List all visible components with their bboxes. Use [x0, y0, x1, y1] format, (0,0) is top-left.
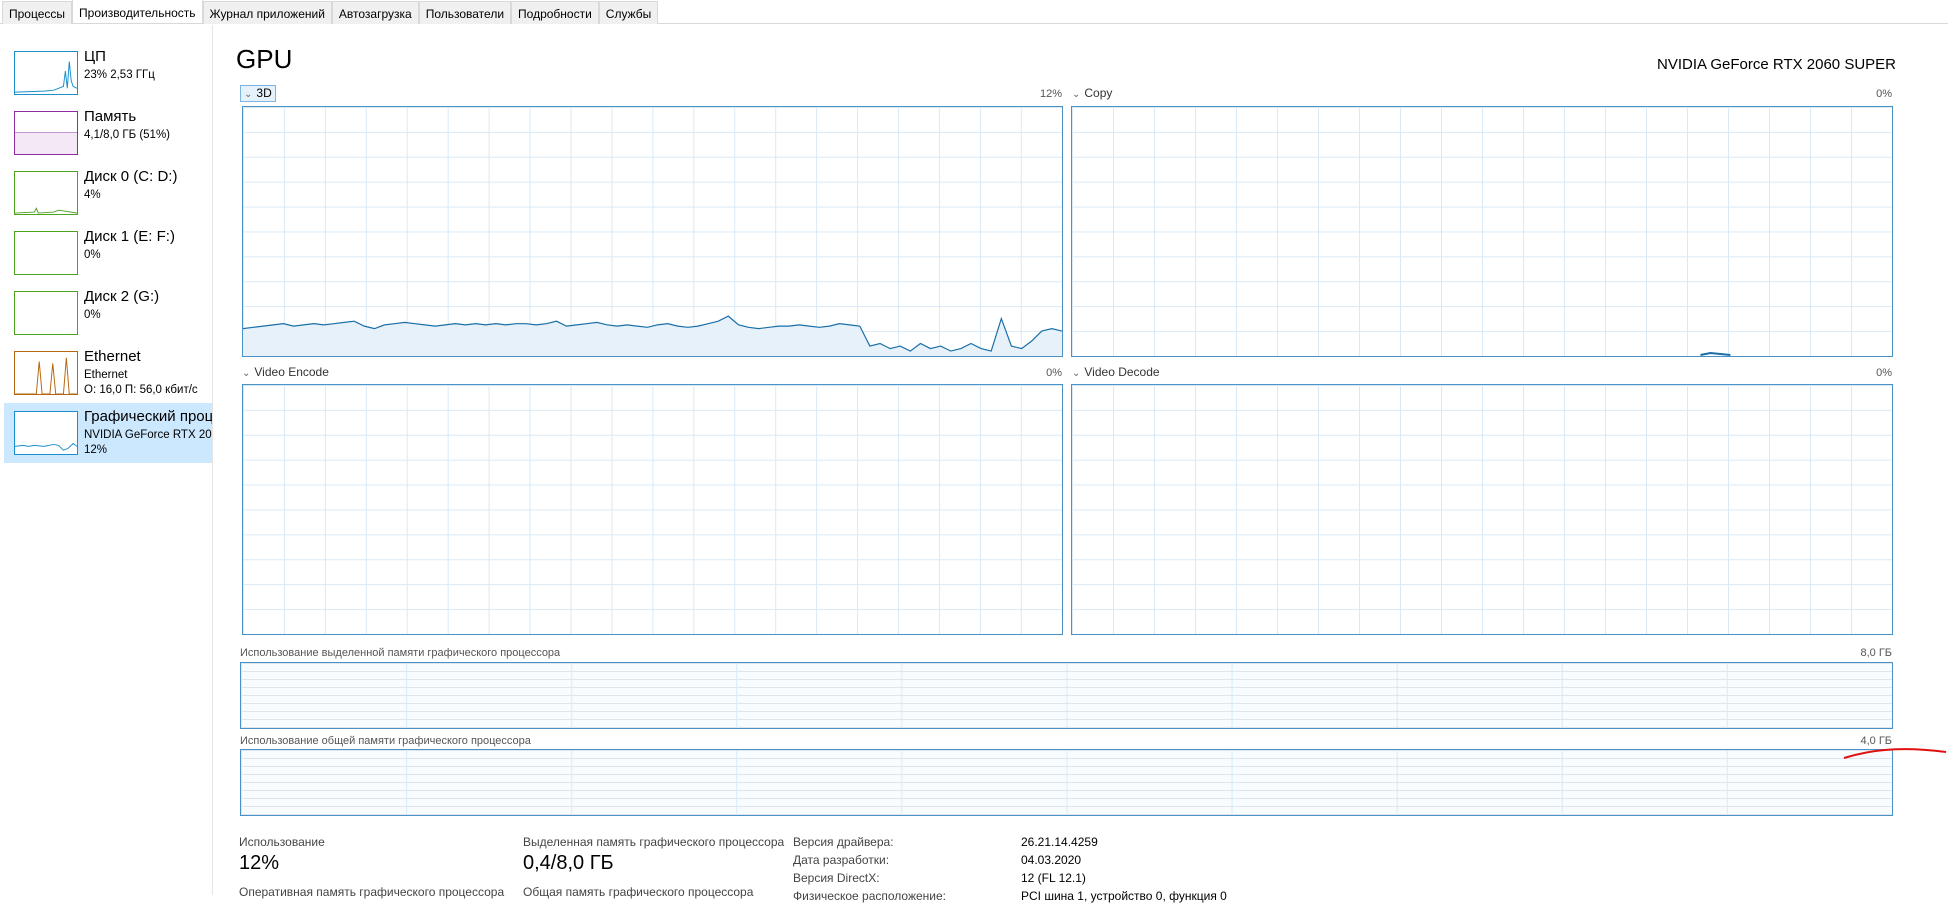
sidebar-item-label: Диск 1 (E: F:): [84, 228, 175, 245]
sidebar-item-label: Диск 2 (G:): [84, 288, 160, 305]
engine-select-3d[interactable]: ⌄ 3D: [240, 85, 276, 102]
thumbnail-graph: [14, 171, 78, 215]
usage-value: 12%: [239, 852, 280, 874]
thumbnail-graph: [14, 351, 78, 395]
info-value: PCI шина 1, устройство 0, функция 0: [1021, 889, 1227, 903]
info-key: Дата разработки:: [793, 853, 890, 867]
thumbnail-graph: [14, 51, 78, 95]
dedicated-memory-chart: [240, 662, 1893, 729]
engine-value: 0%: [1876, 88, 1892, 100]
copy-line: [1700, 352, 1731, 356]
chart-3d: [242, 106, 1063, 357]
engine-label: Video Decode: [1084, 365, 1160, 379]
dedicated-stat-label: Выделенная память графического процессор…: [523, 835, 785, 849]
gpu-ram-label: Оперативная память графического процессо…: [239, 885, 505, 899]
chart-video-encode: [242, 384, 1063, 635]
sidebar-item-sub2: 12%: [84, 444, 108, 456]
engine-select-copy[interactable]: ⌄ Copy: [1072, 86, 1112, 100]
tab-5[interactable]: Подробности: [511, 1, 599, 24]
chevron-down-icon: ⌄: [244, 89, 253, 100]
sidebar-item-5[interactable]: Ethernet Ethernet О: 16,0 П: 56,0 кбит/с: [4, 343, 212, 403]
sidebar-item-sub: NVIDIA GeForce RTX 2060 SUPER: [84, 429, 212, 441]
info-key: Версия DirectX:: [793, 871, 880, 885]
engine-select-video-decode[interactable]: ⌄ Video Decode: [1072, 365, 1160, 379]
chevron-down-icon: ⌄: [1072, 89, 1081, 100]
engine-value: 0%: [1876, 367, 1892, 379]
red-annotation-stroke: [1843, 748, 1947, 759]
tab-0[interactable]: Процессы: [2, 1, 73, 24]
engine-label: 3D: [256, 86, 272, 100]
info-key: Версия драйвера:: [793, 835, 894, 849]
engine-value: 12%: [1039, 88, 1062, 100]
info-value: 04.03.2020: [1021, 853, 1082, 867]
sidebar-item-sub: 0%: [84, 309, 101, 321]
tab-3[interactable]: Автозагрузка: [331, 1, 419, 24]
engine-value: 0%: [1046, 367, 1062, 379]
info-key: Физическое расположение:: [793, 889, 946, 903]
dedicated-memory-label: Использование выделенной памяти графичес…: [240, 647, 561, 659]
sidebar-item-label: ЦП: [84, 48, 106, 65]
sidebar-item-6[interactable]: Графический процессор 0 NVIDIA GeForce R…: [4, 403, 212, 463]
engine-label: Copy: [1084, 86, 1113, 100]
tab-1[interactable]: Производительность: [72, 0, 203, 23]
shared-memory-label: Использование общей памяти графического …: [240, 735, 531, 747]
info-value: 26.21.14.4259: [1021, 835, 1098, 849]
chart-copy: [1071, 106, 1893, 357]
dedicated-stat-value: 0,4/8,0 ГБ: [523, 852, 614, 874]
sidebar-item-sub2: О: 16,0 П: 56,0 кбит/с: [84, 384, 198, 396]
sidebar-item-1[interactable]: Память 4,1/8,0 ГБ (51%): [4, 103, 212, 163]
usage-label: Использование: [239, 835, 325, 849]
sidebar-item-sub: 4%: [84, 189, 101, 201]
gpu-name: NVIDIA GeForce RTX 2060 SUPER: [1657, 56, 1896, 73]
sidebar-item-label: Графический процессор 0: [84, 408, 212, 425]
thumbnail-graph: [14, 291, 78, 335]
sidebar-item-2[interactable]: Диск 0 (C: D:) 4%: [4, 163, 212, 223]
shared-memory-chart: [240, 749, 1893, 816]
sidebar-item-label: Диск 0 (C: D:): [84, 168, 178, 185]
chevron-down-icon: ⌄: [1072, 368, 1081, 379]
sidebar-item-label: Память: [84, 108, 137, 125]
sidebar: ЦП 23% 2,53 ГГц Память 4,1/8,0 ГБ (51%) …: [0, 25, 213, 895]
3d-area: [243, 316, 1062, 356]
sidebar-item-sub: 23% 2,53 ГГц: [84, 69, 155, 81]
tab-6[interactable]: Службы: [598, 1, 659, 24]
tab-4[interactable]: Пользователи: [418, 1, 512, 24]
shared-stat-label: Общая память графического процессора: [523, 885, 754, 899]
thumbnail-graph: [14, 231, 78, 275]
page-title: GPU: [236, 44, 293, 74]
sidebar-item-sub: Ethernet: [84, 369, 128, 381]
tab-2[interactable]: Журнал приложений: [202, 1, 332, 24]
sidebar-item-3[interactable]: Диск 1 (E: F:) 0%: [4, 223, 212, 283]
sidebar-item-0[interactable]: ЦП 23% 2,53 ГГц: [4, 43, 212, 103]
sidebar-item-label: Ethernet: [84, 348, 141, 365]
thumbnail-graph: [14, 411, 78, 455]
sidebar-item-sub: 4,1/8,0 ГБ (51%): [84, 129, 171, 141]
thumbnail-graph: [14, 111, 78, 155]
tab-bar: Процессы Производительность Журнал приложе…: [0, 0, 1948, 24]
engine-label: Video Encode: [254, 365, 329, 379]
sidebar-item-sub: 0%: [84, 249, 101, 261]
chart-video-decode: [1071, 384, 1893, 635]
sidebar-item-4[interactable]: Диск 2 (G:) 0%: [4, 283, 212, 343]
info-value: 12 (FL 12.1): [1021, 871, 1086, 885]
dedicated-memory-max: 8,0 ГБ: [1860, 647, 1892, 659]
chevron-down-icon: ⌄: [242, 368, 251, 379]
engine-select-video-encode[interactable]: ⌄ Video Encode: [242, 365, 329, 379]
